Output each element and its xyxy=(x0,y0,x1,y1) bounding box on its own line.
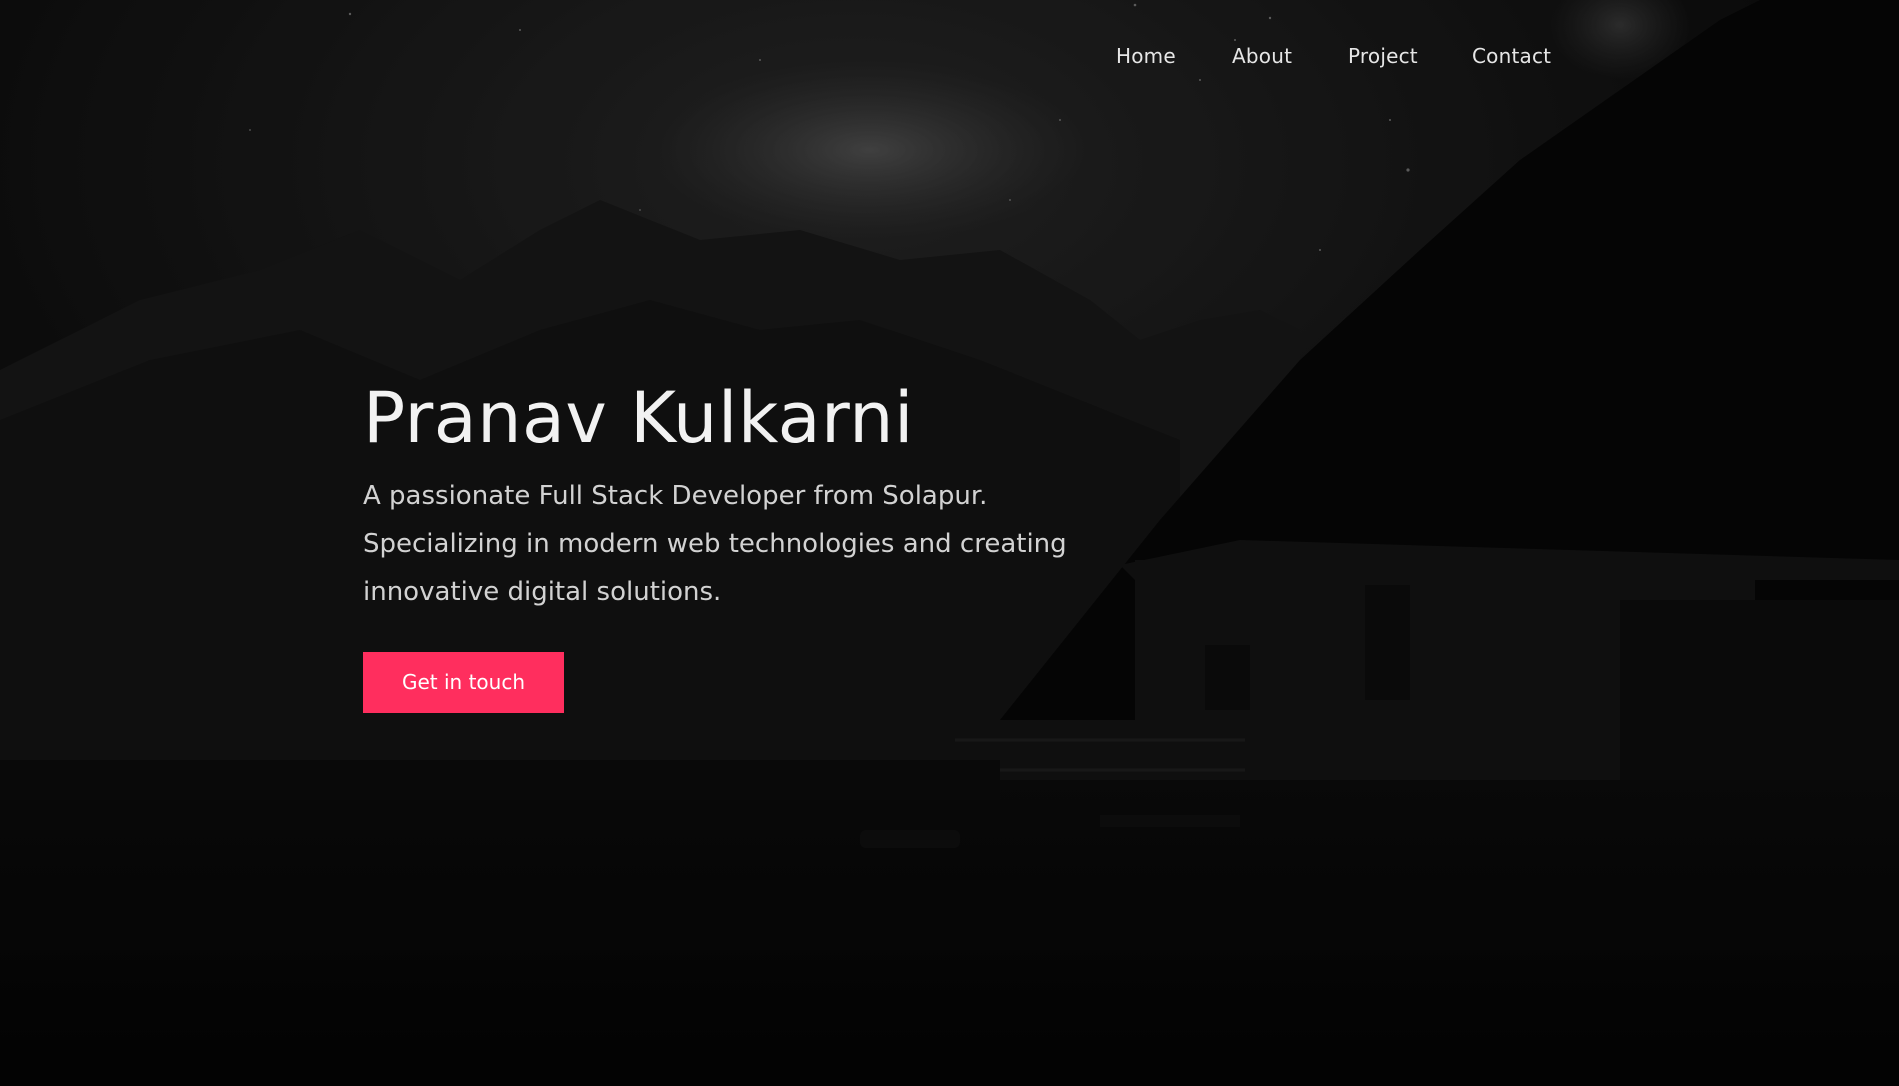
hero-name-heading: Pranav Kulkarni xyxy=(363,377,914,459)
hero-tagline-line-3: innovative digital solutions. xyxy=(363,577,722,607)
nav-link-about[interactable]: About xyxy=(1232,44,1292,68)
hero-tagline-line-1: A passionate Full Stack Developer from S… xyxy=(363,481,988,511)
get-in-touch-button[interactable]: Get in touch xyxy=(363,652,564,713)
nav-link-project[interactable]: Project xyxy=(1348,44,1418,68)
hero-content: Pranav Kulkarni A passionate Full Stack … xyxy=(363,372,1123,713)
hero-tagline-line-2: Specializing in modern web technologies … xyxy=(363,529,1067,559)
top-navigation: Home About Project Contact xyxy=(0,0,1899,116)
hero-section: Home About Project Contact Pranav Kulkar… xyxy=(0,0,1899,1086)
nav-link-home[interactable]: Home xyxy=(1116,44,1176,68)
nav-link-contact[interactable]: Contact xyxy=(1472,44,1551,68)
hero-tagline: A passionate Full Stack Developer from S… xyxy=(363,472,1083,616)
